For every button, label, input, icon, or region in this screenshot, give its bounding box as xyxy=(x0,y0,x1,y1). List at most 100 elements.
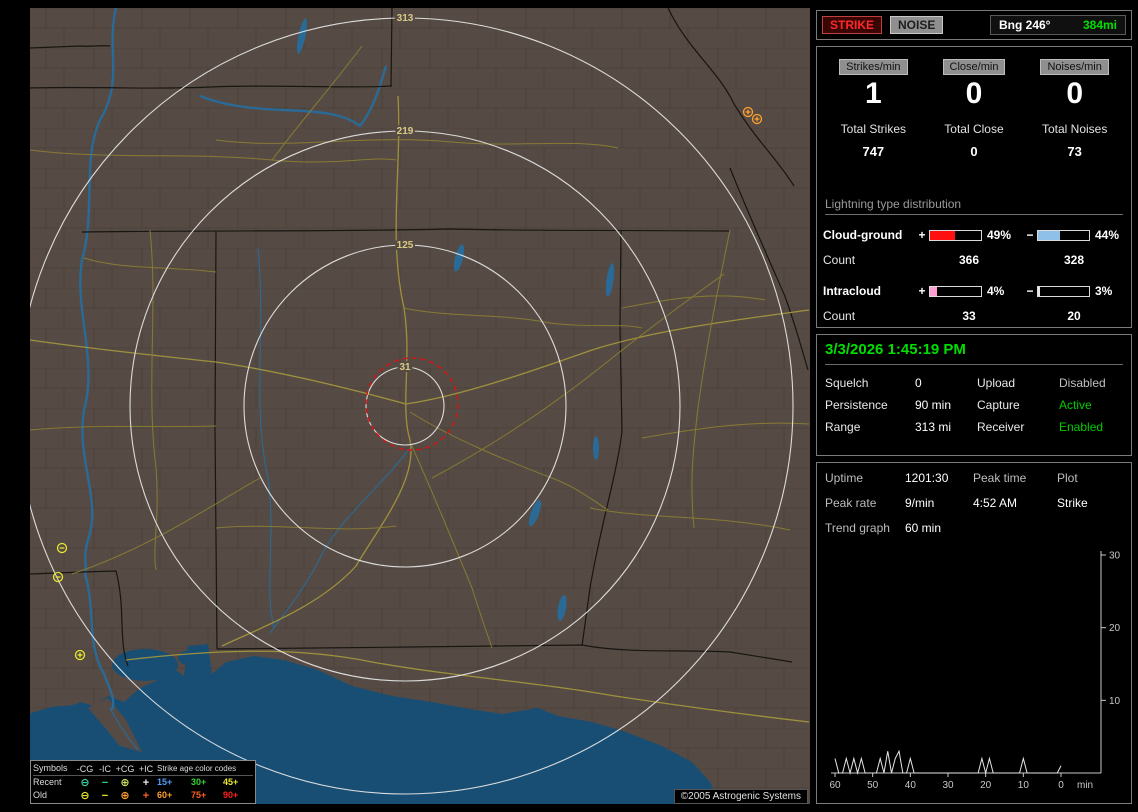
squelch-label: Squelch xyxy=(825,376,869,390)
receiver-label: Receiver xyxy=(977,420,1025,434)
total-noises-value: 73 xyxy=(1067,144,1082,159)
receiver-status: Enabled xyxy=(1059,420,1104,434)
peak-rate-label: Peak rate xyxy=(825,496,877,510)
legend-col-pos-cg: +CG xyxy=(115,763,135,774)
range-value: 313 mi xyxy=(915,420,952,434)
copyright-notice: ©2005 Astrogenic Systems xyxy=(673,789,808,804)
intracloud-row: Intracloud + 4% − 3% xyxy=(823,284,1125,298)
svg-text:40: 40 xyxy=(905,780,917,791)
total-close-label: Total Close xyxy=(944,122,1004,136)
strike-indicator[interactable]: STRIKE xyxy=(822,16,883,34)
bearing-label: Bng 246° xyxy=(999,18,1051,32)
cloud-ground-label: Cloud-ground xyxy=(823,228,903,242)
range-ring-label-31: 31 xyxy=(399,362,411,373)
total-strikes-value: 747 xyxy=(862,144,885,159)
cg-positive-pct: 49% xyxy=(987,228,1012,242)
count-label: Count xyxy=(823,253,856,267)
age-code-90: 90+ xyxy=(223,790,239,800)
peak-time-value: 4:52 AM xyxy=(973,496,1018,510)
svg-text:10: 10 xyxy=(1018,780,1030,791)
neg-cg-recent-icon: ⊖ xyxy=(80,776,90,789)
persistence-value: 90 min xyxy=(915,398,952,412)
legend-col-neg-ic: -IC xyxy=(99,763,111,774)
range-ring-label-219: 219 xyxy=(397,126,414,137)
trend-graph-window: 60 min xyxy=(905,521,942,535)
cg-negative-pct: 44% xyxy=(1095,228,1120,242)
svg-text:60: 60 xyxy=(829,780,841,791)
capture-label: Capture xyxy=(977,398,1020,412)
ic-positive-pct: 4% xyxy=(987,284,1005,298)
map-canvas[interactable]: 313 219 125 31 xyxy=(30,8,810,804)
county-lines xyxy=(30,8,810,804)
uptime-value: 1201:30 xyxy=(905,471,949,485)
plot-label: Plot xyxy=(1057,471,1078,485)
noises-per-min-button[interactable]: Noises/min xyxy=(1040,59,1109,75)
legend-symbols-title: Symbols xyxy=(33,763,68,773)
datetime-display: 3/3/2026 1:45:19 PM xyxy=(825,341,1123,365)
plot-value: Strike xyxy=(1057,496,1088,510)
capture-status: Active xyxy=(1059,398,1092,412)
age-code-15: 15+ xyxy=(157,777,173,787)
lake-pontchartrain xyxy=(112,649,178,681)
pos-ic-recent-icon: + xyxy=(142,776,150,789)
range-ring-label-125: 125 xyxy=(397,240,414,251)
upload-status: Disabled xyxy=(1059,376,1106,390)
svg-text:50: 50 xyxy=(867,780,879,791)
total-strikes-label: Total Strikes xyxy=(840,122,906,136)
cg-negative-bar xyxy=(1037,229,1090,241)
trend-graph: 30 20 10 60 50 40 30 20 10 0 min xyxy=(827,547,1129,797)
lightning-map[interactable]: 313 219 125 31 Symbols -CG -IC +CG +IC S… xyxy=(30,8,810,804)
trend-box: Uptime 1201:30 Peak time Plot Peak rate … xyxy=(816,462,1132,804)
cloud-ground-row: Cloud-ground + 49% − 44% xyxy=(823,228,1125,242)
svg-text:10: 10 xyxy=(1109,696,1121,707)
neg-ic-old-icon: − xyxy=(101,789,109,802)
cg-positive-count: 366 xyxy=(958,253,980,267)
svg-text:30: 30 xyxy=(1109,551,1121,562)
close-per-min-button[interactable]: Close/min xyxy=(942,59,1006,75)
squelch-value: 0 xyxy=(915,376,922,390)
age-code-60: 60+ xyxy=(157,790,173,800)
bearing-distance: 384mi xyxy=(1082,18,1117,32)
range-ring-label-313: 313 xyxy=(397,13,414,24)
strikes-per-min-value: 1 xyxy=(864,77,882,110)
ic-negative-count: 20 xyxy=(1067,309,1081,323)
bearing-readout: Bng 246° 384mi xyxy=(990,15,1126,35)
distribution-title: Lightning type distribution xyxy=(825,197,1123,215)
pos-cg-recent-icon: ⊕ xyxy=(120,776,130,789)
ic-minus-sign: − xyxy=(1026,284,1034,298)
legend-age-title: Strike age color codes xyxy=(157,764,237,773)
settings-box: 3/3/2026 1:45:19 PM Squelch 0 Upload Dis… xyxy=(816,334,1132,456)
range-label: Range xyxy=(825,420,861,434)
age-code-45: 45+ xyxy=(223,777,239,787)
noises-per-min-column: Noises/min 0 Total Noises 73 xyxy=(1024,57,1125,159)
neg-ic-recent-icon: − xyxy=(101,776,109,789)
svg-text:30: 30 xyxy=(942,780,954,791)
cg-negative-count: 328 xyxy=(1063,253,1085,267)
trend-graph-label: Trend graph xyxy=(825,521,890,535)
ic-positive-count: 33 xyxy=(962,309,976,323)
close-per-min-value: 0 xyxy=(965,77,983,110)
cg-minus-sign: − xyxy=(1026,228,1034,242)
pos-ic-old-icon: + xyxy=(142,789,150,802)
uptime-label: Uptime xyxy=(825,471,864,485)
statistics-box: Strikes/min 1 Total Strikes 747 Close/mi… xyxy=(816,46,1132,328)
peak-time-label: Peak time xyxy=(973,471,1027,485)
strikes-per-min-button[interactable]: Strikes/min xyxy=(839,59,908,75)
noises-per-min-value: 0 xyxy=(1066,77,1083,110)
legend-col-neg-cg: -CG xyxy=(76,763,94,774)
legend-recent-label: Recent xyxy=(33,777,62,787)
peak-rate-value: 9/min xyxy=(905,496,935,510)
app-window: 313 219 125 31 Symbols -CG -IC +CG +IC S… xyxy=(0,0,1138,812)
svg-text:min: min xyxy=(1077,780,1093,791)
map-legend: Symbols -CG -IC +CG +IC Strike age color… xyxy=(30,760,256,804)
indicator-bar: STRIKE NOISE Bng 246° 384mi xyxy=(816,10,1132,40)
age-code-30: 30+ xyxy=(191,777,207,787)
legend-col-pos-ic: +IC xyxy=(138,763,154,774)
intracloud-counts: Count 33 20 xyxy=(823,309,1125,323)
cloud-ground-counts: Count 366 328 xyxy=(823,253,1125,267)
status-panel: STRIKE NOISE Bng 246° 384mi Strikes/min … xyxy=(816,8,1133,804)
noise-indicator[interactable]: NOISE xyxy=(890,16,944,34)
upload-label: Upload xyxy=(977,376,1016,390)
pos-cg-old-icon: ⊕ xyxy=(120,789,130,802)
cg-positive-bar xyxy=(929,229,982,241)
